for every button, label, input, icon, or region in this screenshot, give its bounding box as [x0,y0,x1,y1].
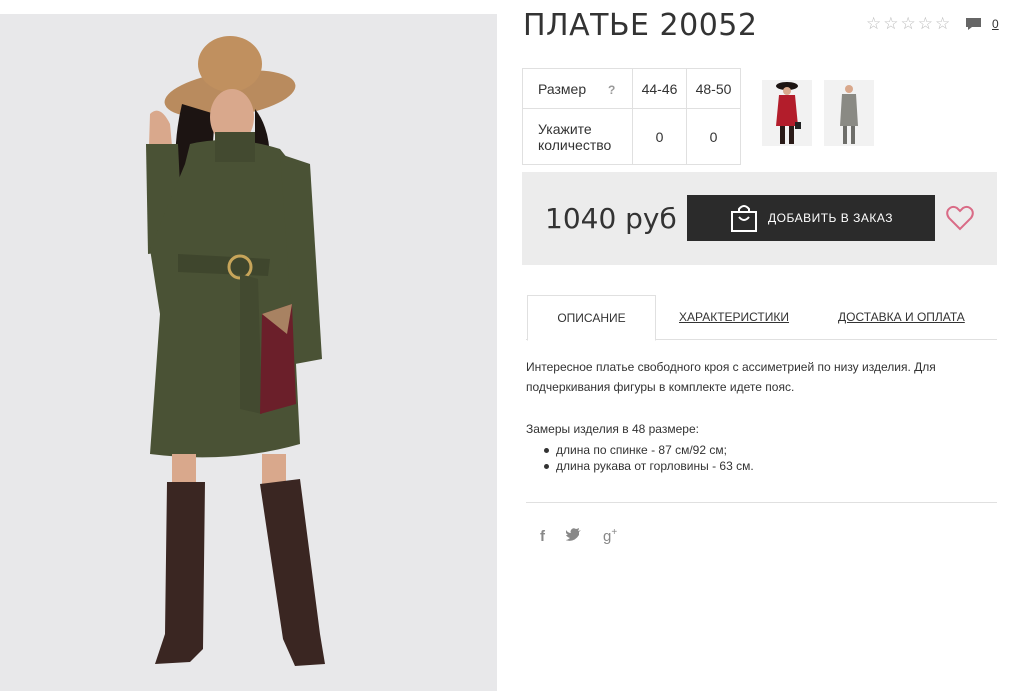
tab-characteristics[interactable]: ХАРАКТЕРИСТИКИ [679,295,789,341]
star-icon[interactable]: ☆ [866,15,881,32]
size-help-icon[interactable]: ? [608,83,615,97]
size-label: Размер [538,80,587,97]
comment-count[interactable]: 0 [992,17,999,31]
comments-link[interactable]: 0 [965,17,999,31]
add-to-order-button[interactable]: ДОБАВИТЬ В ЗАКАЗ [687,195,935,241]
color-thumbnail-red[interactable] [762,80,812,146]
facebook-icon[interactable]: f [540,528,545,545]
google-plus-icon[interactable]: g+ [603,527,617,545]
measures-block: Замеры изделия в 48 размере: длина по сп… [526,421,754,474]
product-main-image[interactable] [0,14,497,691]
color-thumbnail-grey[interactable] [824,80,874,146]
social-share: f g+ [540,527,617,545]
divider [526,502,997,503]
measures-title: Замеры изделия в 48 размере: [526,422,699,436]
star-icon[interactable]: ☆ [935,15,950,32]
list-item: длина рукава от горловины - 63 см. [544,458,754,474]
shopping-bag-icon [731,205,757,232]
star-icon[interactable]: ☆ [918,15,933,32]
rating-stars[interactable]: ☆ ☆ ☆ ☆ ☆ [866,15,950,32]
comment-icon [966,18,981,30]
add-to-order-label: ДОБАВИТЬ В ЗАКАЗ [768,211,893,225]
tab-delivery-payment[interactable]: ДОСТАВКА И ОПЛАТА [838,295,965,341]
quantity-label: Укажите количество [522,108,633,165]
size-table: Размер ? 44-46 48-50 Укажите количество … [522,68,741,165]
product-title: ПЛАТЬЕ 20052 [523,8,758,43]
list-item: длина по спинке - 87 см/92 см; [544,442,754,458]
purchase-panel: 1040 руб ДОБАВИТЬ В ЗАКАЗ [522,172,997,265]
size-option: 44-46 [632,68,687,109]
quantity-input[interactable]: 0 [632,108,687,165]
product-description: Интересное платье свободного кроя с асси… [526,360,936,394]
price: 1040 руб [545,202,677,235]
star-icon[interactable]: ☆ [901,15,916,32]
twitter-icon[interactable] [565,527,582,545]
quantity-input[interactable]: 0 [686,108,741,165]
heart-icon[interactable] [946,205,974,231]
product-tabs: ОПИСАНИЕ ХАРАКТЕРИСТИКИ ДОСТАВКА И ОПЛАТ… [526,295,997,341]
size-option: 48-50 [686,68,741,109]
measures-list: длина по спинке - 87 см/92 см; длина рук… [544,442,754,474]
star-icon[interactable]: ☆ [883,15,898,32]
tab-description[interactable]: ОПИСАНИЕ [527,295,656,341]
